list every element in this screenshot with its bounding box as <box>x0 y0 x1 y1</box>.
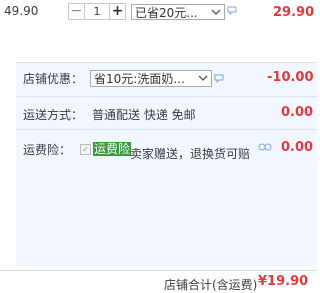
shop-total-value: ¥19.90 <box>258 274 309 289</box>
quantity-stepper: − 1 + <box>68 3 126 20</box>
shop-promo-value: -10.00 <box>267 70 314 85</box>
divider <box>16 96 317 97</box>
shipping-method: 普通配送 快递 免邮 <box>92 108 196 122</box>
shipping-label: 运送方式： <box>23 108 84 122</box>
quantity-input[interactable]: 1 <box>85 3 109 20</box>
shop-total-label: 店铺合计(含运费) <box>164 278 258 292</box>
insurance-badge: 运费险 <box>93 142 132 156</box>
divider <box>0 270 317 271</box>
decrease-button[interactable]: − <box>68 3 85 20</box>
line-total: 29.90 <box>273 5 315 20</box>
insurance-value: 0.00 <box>281 140 314 155</box>
increase-button[interactable]: + <box>109 3 126 20</box>
discount-select[interactable]: 已省20元... <box>131 4 225 20</box>
shop-summary-panel <box>16 62 317 267</box>
message-icon[interactable] <box>227 6 237 15</box>
unit-price: 49.90 <box>4 4 39 18</box>
chevron-down-icon <box>198 75 208 81</box>
message-icon[interactable] <box>214 74 224 83</box>
discount-select-label: 已省20元... <box>135 6 198 20</box>
shop-promo-select-label: 省10元:洗面奶... <box>94 72 185 86</box>
item-row: 49.90 − 1 + 已省20元... 29.90 <box>0 0 317 26</box>
message-icon[interactable] <box>258 143 272 152</box>
divider <box>16 129 317 130</box>
insurance-label: 运费险： <box>23 143 72 157</box>
chevron-down-icon <box>211 9 221 15</box>
insurance-desc: 卖家赠送，退换货可赔 <box>130 147 251 161</box>
shop-promo-select[interactable]: 省10元:洗面奶... <box>90 70 212 87</box>
insurance-option: ✓ 运费险 <box>80 140 132 157</box>
checkbox-icon[interactable]: ✓ <box>80 144 91 155</box>
shop-promo-label: 店铺优惠： <box>23 72 84 86</box>
shipping-value: 0.00 <box>281 105 314 120</box>
